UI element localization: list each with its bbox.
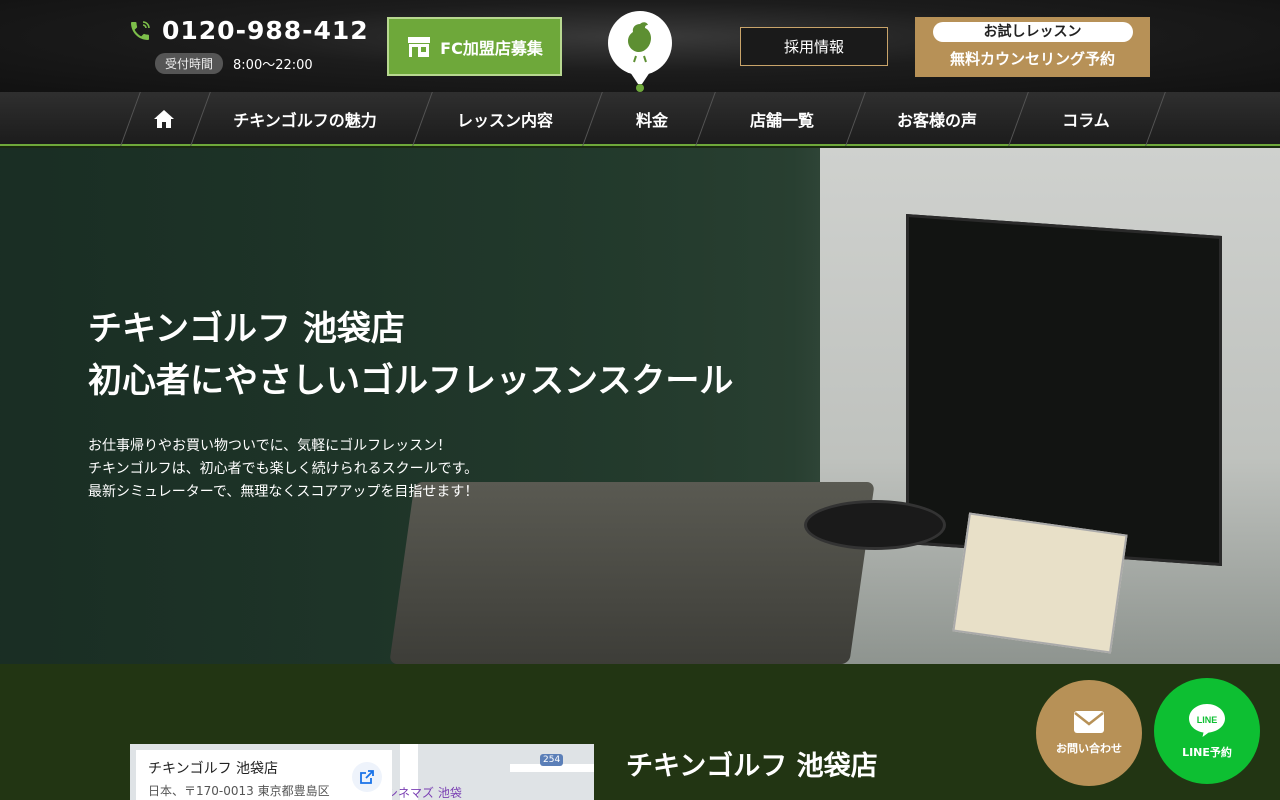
- hero-desc-line1: お仕事帰りやお買い物ついでに、気軽にゴルフレッスン！: [88, 438, 452, 454]
- nav-home[interactable]: [132, 92, 196, 146]
- trial-pill: お試しレッスン: [932, 22, 1133, 42]
- hero-section: チキンゴルフ 池袋店 初心者にやさしいゴルフレッスンスクール お仕事帰りやお買い…: [0, 148, 1280, 664]
- shop-icon: [408, 36, 431, 57]
- trial-main-label: 無料カウンセリング予約: [949, 50, 1115, 68]
- contact-label: お問い合わせ: [1056, 742, 1122, 755]
- business-hours: 受付時間 8:00～22:00: [155, 53, 313, 74]
- hero-title-line1: チキンゴルフ 池袋店: [88, 309, 405, 349]
- main-nav: チキンゴルフの魅力 レッスン内容 料金 店舗一覧 お客様の声 コラム: [0, 92, 1280, 146]
- nav-item-column[interactable]: コラム: [1022, 92, 1150, 146]
- line-icon-text: LINE: [1197, 715, 1218, 725]
- phone-contact[interactable]: 0120-988-412: [128, 16, 369, 45]
- map-place-title: チキンゴルフ 池袋店: [148, 761, 279, 777]
- phone-icon: [131, 20, 150, 40]
- home-icon: [154, 110, 174, 128]
- map-place-label: シネマズ 池袋: [386, 786, 462, 800]
- recruit-button[interactable]: 採用情報: [740, 27, 888, 66]
- hero-flyer-image: [952, 512, 1128, 654]
- hero-desc-line3: 最新シミュレーターで、無理なくスコアアップを目指せます！: [88, 484, 479, 500]
- nav-item-appeal[interactable]: チキンゴルフの魅力: [205, 92, 405, 146]
- nav-item-stores[interactable]: 店舗一覧: [712, 92, 852, 146]
- hero-monitor-image: [906, 213, 1222, 567]
- hero-title-line2: 初心者にやさしいゴルフレッスンスクール: [88, 361, 734, 401]
- google-map[interactable]: シネマズ 池袋 254 チキンゴルフ 池袋店 日本、〒170-0013 東京都豊…: [130, 744, 594, 800]
- nav-item-reviews[interactable]: お客様の声: [862, 92, 1012, 146]
- floating-line-button[interactable]: LINE LINE予約: [1154, 678, 1260, 784]
- site-header: 0120-988-412 受付時間 8:00～22:00 FC加盟店募集 採用情…: [0, 0, 1280, 92]
- map-address: 日本、〒170-0013 東京都豊島区: [148, 784, 330, 798]
- store-name-heading: チキンゴルフ 池袋店: [626, 751, 878, 782]
- logo[interactable]: [606, 10, 674, 92]
- open-in-maps-button[interactable]: [352, 762, 382, 792]
- fc-recruitment-button[interactable]: FC加盟店募集: [387, 17, 562, 76]
- fc-button-label: FC加盟店募集: [440, 38, 543, 58]
- hours-time: 8:00～22:00: [233, 58, 313, 73]
- mail-icon: [1074, 711, 1104, 733]
- map-route-marker: 254: [540, 754, 564, 766]
- phone-number[interactable]: 0120-988-412: [162, 16, 369, 45]
- chicken-logo-icon: [608, 11, 672, 92]
- hero-table-image: [804, 500, 946, 550]
- hero-bench-image: [389, 482, 875, 664]
- hours-badge: 受付時間: [155, 53, 224, 74]
- line-label: LINE予約: [1182, 746, 1232, 759]
- line-icon: LINE: [1189, 704, 1225, 737]
- hero-desc-line2: チキンゴルフは、初心者でも楽しく続けられるスクールです。: [88, 461, 479, 477]
- external-link-icon: [360, 770, 374, 784]
- trial-lesson-button[interactable]: お試しレッスン 無料カウンセリング予約: [915, 17, 1150, 77]
- floating-contact-button[interactable]: お問い合わせ: [1036, 680, 1142, 786]
- map-info-card: チキンゴルフ 池袋店 日本、〒170-0013 東京都豊島区: [136, 750, 392, 800]
- nav-item-price[interactable]: 料金: [600, 92, 704, 146]
- hero-description: お仕事帰りやお買い物ついでに、気軽にゴルフレッスン！ チキンゴルフは、初心者でも…: [88, 435, 733, 504]
- nav-item-lessons[interactable]: レッスン内容: [425, 92, 585, 146]
- hero-text: チキンゴルフ 池袋店 初心者にやさしいゴルフレッスンスクール お仕事帰りやお買い…: [88, 303, 733, 504]
